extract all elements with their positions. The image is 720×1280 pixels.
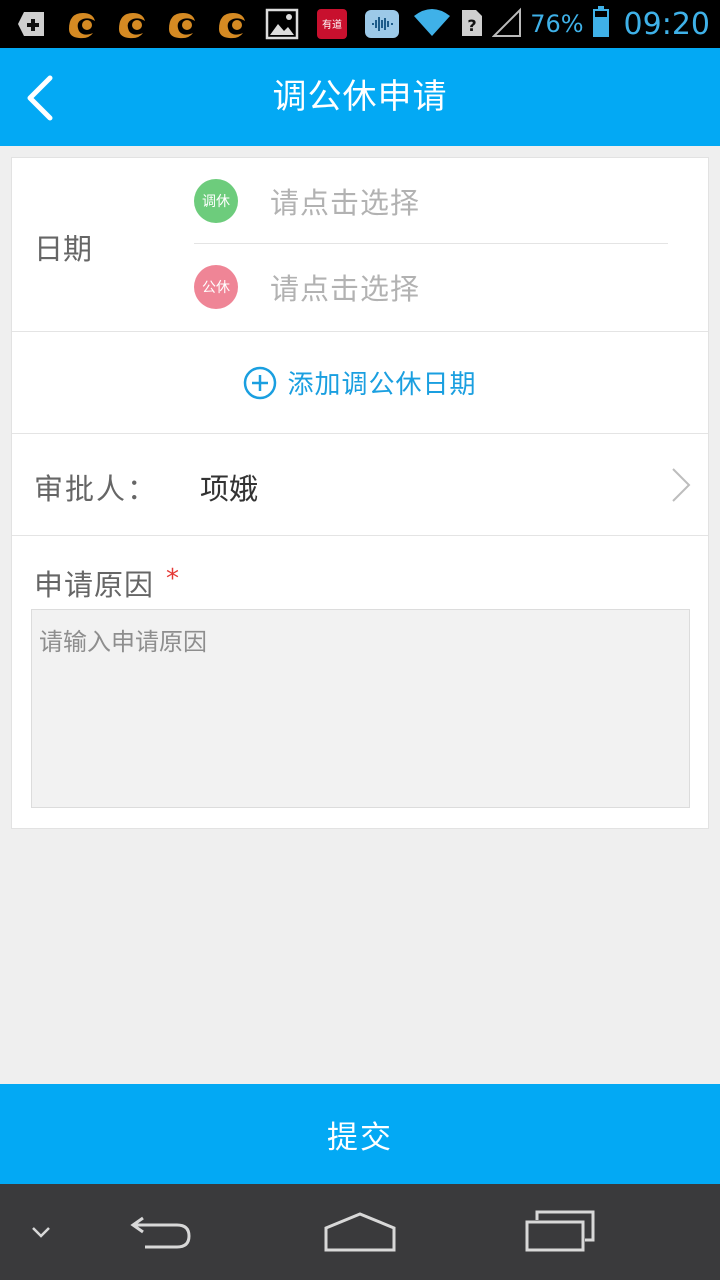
approver-label: 审批人： [34,472,159,506]
plus-circle-icon [244,366,277,399]
status-bar: 有道 ? 76% 09:20 [0,0,720,48]
uc-browser-icon [164,6,200,42]
system-status: ? 76% 09:20 [412,0,710,48]
home-nav-button[interactable] [316,1184,404,1280]
recent-apps-nav-button[interactable] [516,1184,604,1280]
reason-section: 申请原因 * [12,536,708,828]
reason-input[interactable] [31,609,690,808]
add-date-button[interactable]: 添加调公休日期 [12,332,708,434]
date-section: 日期 调休 请点击选择 公休 请点击选择 [12,158,708,332]
required-mark: * [166,564,179,594]
reason-label: 申请原因 [34,568,155,602]
back-nav-button[interactable] [118,1184,202,1280]
youdao-text: 有道 [322,18,342,31]
hide-keyboard-icon [32,1227,50,1238]
approver-row[interactable]: 审批人： 项娥 [12,434,708,536]
youdao-icon: 有道 [314,6,350,42]
notification-icons: 有道 [14,6,400,42]
add-notification-icon [14,6,50,42]
public-leave-badge: 公休 [194,265,238,309]
uc-browser-icon [64,6,100,42]
home-icon [324,1212,396,1252]
shift-leave-date-placeholder: 请点击选择 [270,185,421,220]
signal-icon [491,6,522,42]
uc-browser-icon [114,6,150,42]
approver-name: 项娥 [200,472,259,506]
date-label: 日期 [34,232,93,266]
battery-percent: 76% [530,10,584,38]
submit-button[interactable]: 提交 [0,1084,720,1184]
battery-icon [592,6,610,42]
clock: 09:20 [623,6,710,42]
chevron-right-icon [672,468,691,502]
sim-unknown-icon: ? [460,6,484,42]
voice-assistant-icon [364,6,400,42]
public-leave-date-picker[interactable]: 公休 请点击选择 [194,244,668,330]
add-date-label: 添加调公休日期 [287,370,477,400]
uc-browser-icon [214,6,250,42]
page-title: 调公休申请 [272,77,448,117]
shift-leave-badge: 调休 [194,178,238,223]
gallery-icon [264,6,300,42]
back-icon [130,1216,191,1249]
navigation-bar [0,1184,720,1280]
leave-form: 日期 调休 请点击选择 公休 请点击选择 添加调公休日期 审批人： 项娥 申请原… [11,157,709,829]
svg-text:?: ? [468,16,477,35]
hide-keyboard-button[interactable] [18,1184,64,1280]
app-header: 调公休申请 [0,48,720,146]
public-leave-date-placeholder: 请点击选择 [270,272,421,306]
shift-leave-date-picker[interactable]: 调休 请点击选择 [194,158,668,244]
wifi-icon [412,6,452,42]
recent-apps-icon [525,1210,595,1252]
